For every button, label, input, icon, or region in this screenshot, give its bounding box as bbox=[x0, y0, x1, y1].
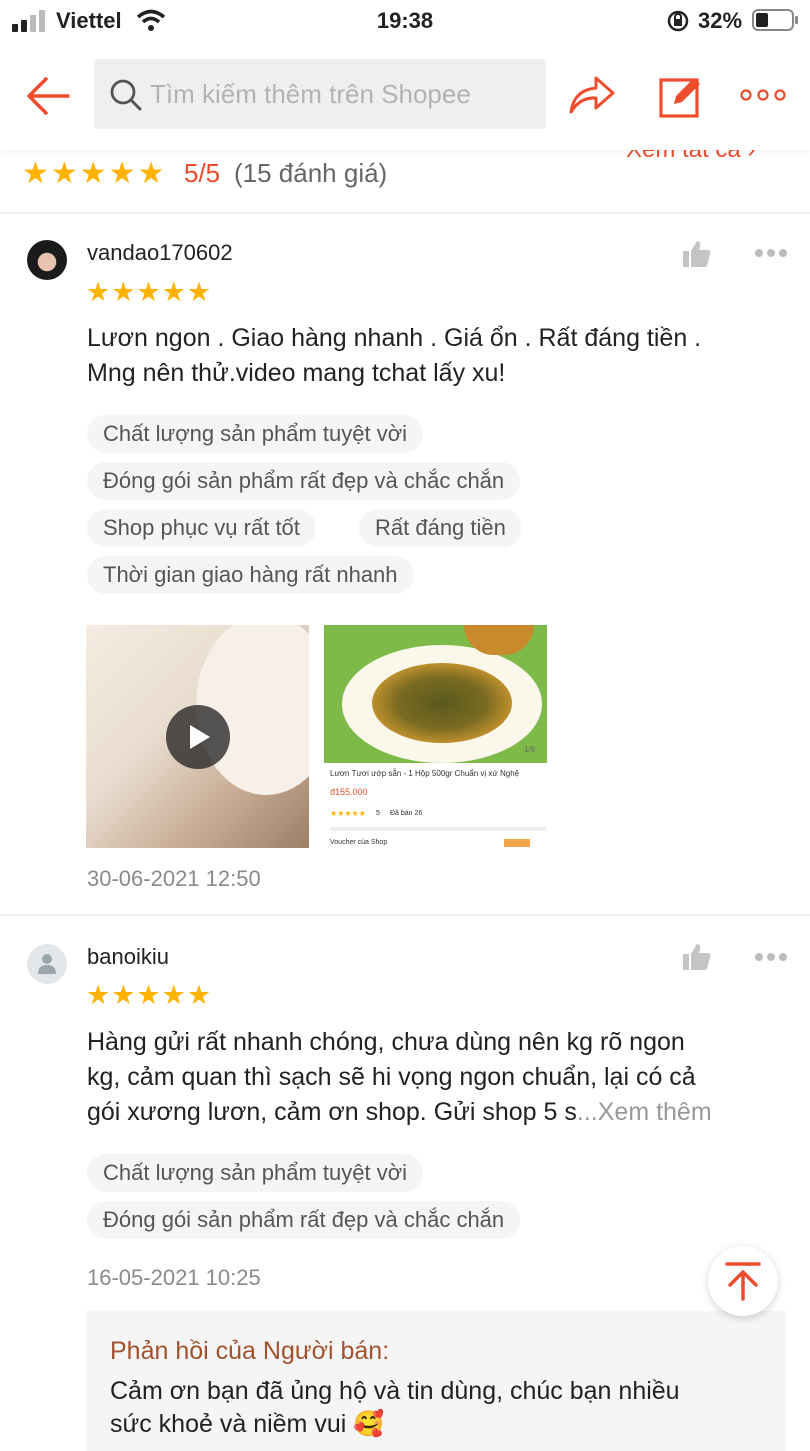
rating-summary: Xem tất cả › ★★★★★ 5/5 (15 đánh giá) bbox=[0, 136, 810, 214]
seller-reply: Phản hồi của Người bán: Cảm ơn bạn đã ủn… bbox=[86, 1311, 786, 1451]
scroll-top-icon bbox=[725, 1262, 761, 1301]
photo-dish bbox=[372, 663, 512, 743]
lock-rotation-icon bbox=[667, 10, 689, 32]
review-text-ellipsis: ... bbox=[576, 1098, 598, 1126]
review-text-line: Hàng gửi rất nhanh chóng, chưa dùng nên … bbox=[87, 1028, 685, 1056]
photo-page-indicator: 1/6 bbox=[524, 745, 536, 754]
battery-percent: 32% bbox=[698, 8, 743, 33]
play-icon bbox=[190, 725, 210, 749]
photo-voucher: Voucher của Shop bbox=[330, 839, 388, 846]
review-more-icon[interactable] bbox=[754, 248, 788, 258]
review-video-thumbnail[interactable] bbox=[86, 625, 309, 848]
review-tag: Shop phục vụ rất tốt bbox=[87, 509, 316, 547]
status-bar: Viettel 19:38 32% bbox=[0, 0, 810, 44]
review-tag: Đóng gói sản phẩm rất đẹp và chắc chắn bbox=[87, 462, 521, 500]
photo-product-price: đ155.000 bbox=[330, 787, 368, 797]
summary-score: 5/5 bbox=[184, 158, 221, 188]
review-text-line: Lươn ngon . Giao hàng nhanh . Giá ổn . R… bbox=[87, 324, 702, 352]
see-more-link[interactable]: Xem thêm bbox=[598, 1098, 712, 1126]
summary-count: (15 đánh giá) bbox=[234, 158, 388, 188]
search-input[interactable]: Tìm kiếm thêm trên Shopee bbox=[94, 59, 546, 129]
photo-food-area: 1/6 bbox=[324, 625, 547, 763]
edit-icon[interactable] bbox=[658, 74, 704, 120]
scroll-to-top-button[interactable] bbox=[708, 1246, 778, 1316]
review-text: Hàng gửi rất nhanh chóng, chưa dùng nên … bbox=[87, 1025, 777, 1130]
play-button[interactable] bbox=[166, 705, 230, 769]
photo-divider bbox=[330, 827, 546, 831]
review-tag: Thời gian giao hàng rất nhanh bbox=[87, 556, 414, 594]
review-date: 30-06-2021 12:50 bbox=[87, 866, 261, 891]
seller-reply-text: Cảm ơn bạn đã ủng hộ và tin dùng, chúc b… bbox=[110, 1375, 780, 1441]
photo-product-title: Lươn Tươi ướp sẵn - 1 Hộp 500gr Chuẩn vị… bbox=[330, 769, 520, 778]
review-photo[interactable]: 1/6 Lươn Tươi ướp sẵn - 1 Hộp 500gr Chuẩ… bbox=[324, 625, 547, 848]
review-text-line: kg, cảm quan thì sạch sẽ hi vọng ngon ch… bbox=[87, 1063, 696, 1091]
photo-rating: 5 bbox=[376, 810, 380, 817]
review-text-line: Mng nên thử.video mang tchat lấy xu! bbox=[87, 359, 506, 387]
review-text-fragment: gói xương lươn, cảm ơn shop. Gửi shop 5 … bbox=[87, 1098, 577, 1126]
back-arrow-icon[interactable] bbox=[26, 76, 70, 116]
review-more-icon[interactable] bbox=[754, 952, 788, 962]
review-separator bbox=[0, 914, 810, 916]
battery-icon bbox=[752, 9, 798, 31]
summary-stars: ★★★★★ bbox=[22, 157, 167, 190]
photo-sold-count: Đã bán 26 bbox=[390, 810, 423, 817]
like-icon[interactable] bbox=[682, 943, 712, 971]
review-tag: Đóng gói sản phẩm rất đẹp và chắc chắn bbox=[87, 1201, 521, 1239]
photo-voucher-badge bbox=[504, 839, 530, 847]
review-username: banoikiu bbox=[87, 944, 169, 969]
review-date: 16-05-2021 10:25 bbox=[87, 1265, 261, 1290]
search-icon bbox=[110, 79, 142, 111]
share-icon[interactable] bbox=[568, 74, 616, 116]
seller-reply-line: Cảm ơn bạn đã ủng hộ và tin dùng, chúc b… bbox=[110, 1377, 680, 1405]
default-user-icon bbox=[38, 954, 56, 974]
review-stars: ★★★★★ bbox=[86, 277, 213, 307]
photo-stars: ★★★★★ bbox=[330, 809, 366, 818]
more-icon[interactable] bbox=[740, 88, 786, 102]
seller-reply-title: Phản hồi của Người bán: bbox=[110, 1337, 390, 1365]
review-tag: Rất đáng tiền bbox=[359, 509, 522, 547]
avatar bbox=[27, 240, 67, 280]
like-icon[interactable] bbox=[682, 240, 712, 268]
search-placeholder: Tìm kiếm thêm trên Shopee bbox=[150, 79, 471, 109]
review-tag: Chất lượng sản phẩm tuyệt vời bbox=[87, 1154, 424, 1192]
review-tag: Chất lượng sản phẩm tuyệt vời bbox=[87, 415, 424, 453]
seller-reply-line: sức khoẻ và niềm vui 🥰 bbox=[110, 1410, 385, 1438]
review-username: vandao170602 bbox=[87, 240, 233, 265]
review-stars: ★★★★★ bbox=[86, 980, 213, 1010]
review-text-line: gói xương lươn, cảm ơn shop. Gửi shop 5 … bbox=[87, 1095, 777, 1130]
top-nav-bar: Tìm kiếm thêm trên Shopee bbox=[0, 44, 810, 150]
avatar bbox=[27, 944, 67, 984]
review-text: Lươn ngon . Giao hàng nhanh . Giá ổn . R… bbox=[87, 321, 777, 391]
